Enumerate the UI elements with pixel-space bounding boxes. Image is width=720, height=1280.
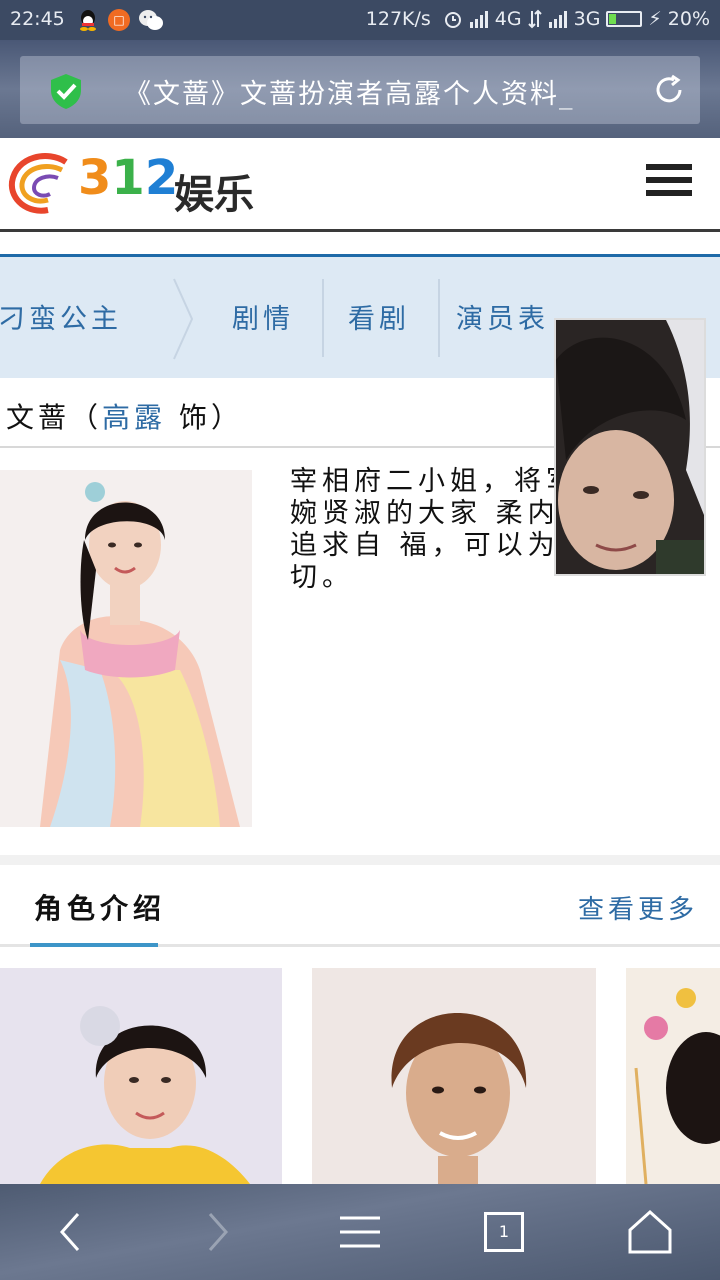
character-photo xyxy=(0,470,252,827)
nav-item-watch[interactable]: 看剧 xyxy=(348,297,410,336)
signal-icon-2 xyxy=(548,11,567,28)
section-divider xyxy=(0,855,720,865)
browser-bottom-bar: 1 xyxy=(0,1184,720,1280)
nav-divider xyxy=(322,279,324,357)
battery-icon xyxy=(606,11,643,27)
network-type-1: 4G xyxy=(494,8,522,30)
menu-button[interactable] xyxy=(646,164,692,198)
character-name-line: 文蔷（高露 饰） xyxy=(6,396,243,436)
nav-divider xyxy=(438,279,440,357)
tab-count: 1 xyxy=(484,1212,524,1252)
security-shield-icon xyxy=(51,74,81,109)
logo-swirl-icon xyxy=(8,153,68,214)
menu-icon[interactable] xyxy=(334,1206,386,1258)
section-underline xyxy=(30,943,158,947)
network-speed: 127K/s xyxy=(365,8,431,30)
wechat-icon xyxy=(139,10,163,30)
character-name: 文蔷 xyxy=(6,401,71,434)
forward-icon[interactable] xyxy=(190,1206,242,1258)
character-card[interactable] xyxy=(0,968,282,1184)
charging-icon: ⚡ xyxy=(648,8,662,30)
logo-text: 娱乐 xyxy=(174,172,254,218)
actor-link[interactable]: 高露 xyxy=(102,401,166,434)
back-icon[interactable] xyxy=(46,1206,98,1258)
view-more-link[interactable]: 查看更多 xyxy=(578,889,698,926)
address-bar[interactable]: 《文蔷》文蔷扮演者高露个人资料_ xyxy=(20,56,700,124)
status-bar: 22:45 □ 127K/s 4G 3G ⚡ 20% xyxy=(0,0,720,40)
site-logo[interactable]: 312 娱乐 xyxy=(8,148,278,218)
character-card[interactable] xyxy=(312,968,596,1184)
character-card[interactable] xyxy=(626,968,720,1184)
alarm-icon xyxy=(444,12,461,28)
site-header: 312 娱乐 xyxy=(0,138,720,232)
signal-icon xyxy=(469,11,488,28)
nav-item-cast[interactable]: 演员表 xyxy=(456,297,549,336)
notification-icon: □ xyxy=(108,9,130,31)
qq-icon xyxy=(80,10,96,31)
tabs-button[interactable]: 1 xyxy=(484,1212,536,1264)
floating-video-window[interactable] xyxy=(554,318,706,576)
home-icon[interactable] xyxy=(624,1206,676,1258)
page-title: 《文蔷》文蔷扮演者高露个人资料_ xyxy=(124,79,575,110)
nav-item-plot[interactable]: 剧情 xyxy=(232,297,294,336)
paren-open: （ xyxy=(70,401,103,434)
browser-toolbar: 《文蔷》文蔷扮演者高露个人资料_ xyxy=(0,40,720,138)
breadcrumb-arrow-icon xyxy=(173,278,194,360)
battery-percent: 20% xyxy=(667,8,710,30)
reload-icon[interactable] xyxy=(652,73,686,107)
logo-number: 312 xyxy=(78,150,179,206)
data-arrows-icon xyxy=(527,9,542,29)
network-type-2: 3G xyxy=(573,8,601,30)
status-time: 22:45 xyxy=(10,8,65,30)
nav-item-drama-title[interactable]: 刁蛮公主 xyxy=(0,297,122,336)
role-suffix: 饰） xyxy=(166,401,243,434)
section-title: 角色介绍 xyxy=(34,892,167,925)
role-intro-header: 角色介绍 查看更多 xyxy=(0,865,720,947)
